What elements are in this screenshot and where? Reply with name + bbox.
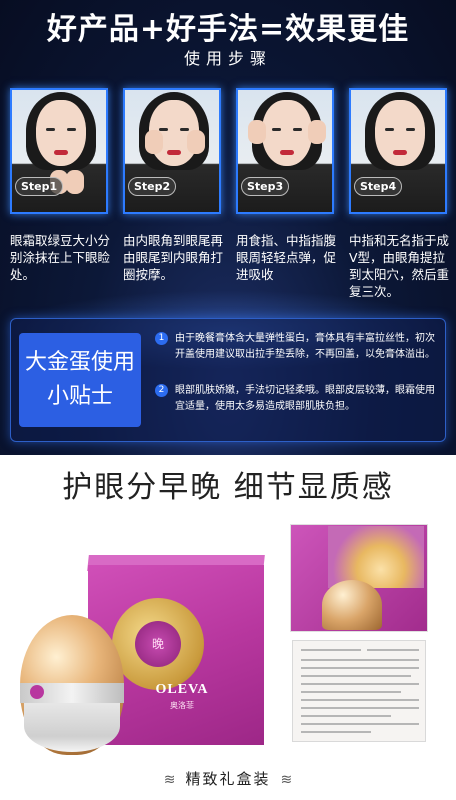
leaflet-line: [301, 659, 419, 661]
model-face: [36, 100, 86, 166]
leaflet-line: [301, 683, 419, 685]
jar-logo-icon: [30, 685, 44, 699]
tip-item-1: 1 由于晚餐膏体含大量弹性蛋白，膏体具有丰富拉丝性，初次开盖使用建议取出拉手垫丢…: [155, 331, 441, 363]
brand-logo-cn: 奥洛菲: [170, 701, 194, 710]
gift-box-caption: ≋ 精致礼盒装 ≋: [0, 768, 456, 789]
model-hand: [187, 130, 205, 154]
model-eye: [385, 128, 394, 131]
usage-steps-title: 使用步骤: [183, 49, 272, 68]
step-description-1: 眼霜取绿豆大小分别涂抹在上下眼睑处。: [10, 233, 111, 282]
step-photo-1: Step1: [10, 88, 108, 214]
wave-icon: ≋: [163, 772, 176, 788]
leaflet-line: [301, 699, 419, 701]
model-hand: [66, 170, 84, 194]
leaflet-line: [367, 649, 419, 651]
brand-logo: OLEVA: [155, 682, 209, 697]
model-eye: [293, 128, 302, 131]
leaflet-line: [301, 691, 401, 693]
model-eye: [272, 128, 281, 131]
leaflet-line: [301, 649, 361, 651]
model-eye: [46, 128, 55, 131]
step-photos: Step1 Step2 Step3 Step4: [10, 88, 450, 214]
wave-icon: ≋: [280, 772, 293, 788]
model-eye: [406, 128, 415, 131]
caption-text: 精致礼盒装: [185, 770, 271, 788]
model-eye: [180, 128, 189, 131]
step-label: Step3: [241, 177, 290, 196]
step-description-3: 用食指、中指指腹眼周轻轻点弹，促进吸收: [236, 233, 337, 282]
emblem-text: 晚: [151, 637, 164, 651]
model-eye: [159, 128, 168, 131]
step-description-4: 中指和无名指于成V型，由眼角提拉到太阳穴，然后重复三次。: [349, 233, 450, 299]
jar-in-box: [322, 580, 382, 630]
leaflet-line: [301, 707, 419, 709]
model-lips: [393, 150, 407, 155]
step-label: Step1: [15, 177, 64, 196]
product-leaflet-photo: [292, 640, 426, 742]
tip-number-badge: 1: [155, 332, 168, 345]
step-description-2: 由内眼角到眼尾再由眼尾到内眼角打圈按摩。: [123, 233, 224, 282]
jar-base: [24, 700, 120, 752]
leaflet-line: [301, 675, 411, 677]
tip-number-badge: 2: [155, 384, 168, 397]
box-lid-sunburst: [328, 526, 424, 588]
tip-text: 眼部肌肤娇嫩，手法切记轻柔哦。眼部皮层较薄，眼霜使用宜适量，使用太多易造成眼部肌…: [175, 385, 435, 412]
model-hand: [308, 120, 326, 144]
step-label: Step2: [128, 177, 177, 196]
step-photo-4: Step4: [349, 88, 447, 214]
model-face: [262, 100, 312, 166]
step-photo-2: Step2: [123, 88, 221, 214]
model-eye: [67, 128, 76, 131]
model-lips: [280, 150, 294, 155]
model-face: [375, 100, 425, 166]
tips-badge: 大金蛋使用小贴士: [19, 333, 141, 427]
leaflet-line: [301, 715, 391, 717]
tip-text: 由于晚餐膏体含大量弹性蛋白，膏体具有丰富拉丝性，初次开盖使用建议取出拉手垫丢除，…: [175, 333, 435, 360]
leaflet-line: [301, 723, 419, 725]
tip-item-2: 2 眼部肌肤娇嫩，手法切记轻柔哦。眼部皮层较薄，眼霜使用宜适量，使用太多易造成眼…: [155, 383, 441, 415]
product-headline: 护眼分早晚 细节显质感: [62, 470, 394, 505]
model-hand: [248, 120, 266, 144]
step-photo-3: Step3: [236, 88, 334, 214]
leaflet-line: [301, 731, 371, 733]
step-label: Step4: [354, 177, 403, 196]
page-headline: 好产品+好手法=效果更佳: [46, 12, 410, 47]
model-hand: [145, 130, 163, 154]
leaflet-line: [301, 667, 419, 669]
model-lips: [54, 150, 68, 155]
emblem-center: 晚: [135, 621, 181, 667]
usage-tips-panel: 大金蛋使用小贴士 1 由于晚餐膏体含大量弹性蛋白，膏体具有丰富拉丝性，初次开盖使…: [10, 318, 446, 442]
model-lips: [167, 150, 181, 155]
